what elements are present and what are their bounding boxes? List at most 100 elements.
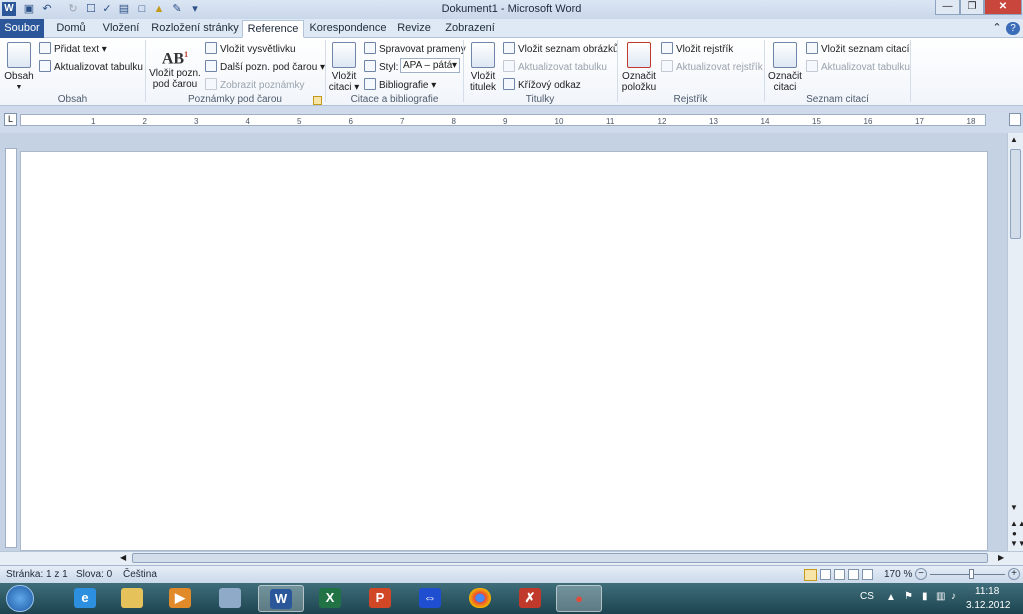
taskbar-app-red[interactable]: ✗ bbox=[508, 585, 554, 612]
taskbar-excel[interactable]: X bbox=[308, 585, 354, 612]
group-label-footnotes: Poznámky pod čarou bbox=[188, 94, 282, 105]
scroll-up-icon[interactable]: ▲ bbox=[1010, 135, 1018, 144]
insert-citation-button[interactable]: Vložit citaci ▾ bbox=[328, 42, 360, 93]
tab-selector-icon[interactable]: L bbox=[4, 113, 17, 126]
page-count[interactable]: Stránka: 1 z 1 bbox=[6, 569, 68, 580]
taskbar-powerpoint[interactable]: P bbox=[358, 585, 404, 612]
start-button[interactable] bbox=[6, 585, 34, 612]
clock-time[interactable]: 11:18 bbox=[975, 586, 999, 597]
clock-date[interactable]: 3.12.2012 bbox=[966, 600, 1011, 611]
language[interactable]: Čeština bbox=[123, 569, 157, 580]
restore-button[interactable]: ❐ bbox=[960, 0, 984, 15]
insert-table-of-authorities-button[interactable]: Vložit seznam citací bbox=[806, 42, 909, 55]
cross-reference-button[interactable]: Křížový odkaz bbox=[503, 78, 581, 91]
zoom-slider-thumb[interactable] bbox=[969, 569, 974, 579]
horizontal-scrollbar[interactable]: ◀ ▶ bbox=[0, 551, 1023, 565]
update-figures-button[interactable]: Aktualizovat tabulku bbox=[503, 60, 607, 73]
scroll-left-icon[interactable]: ◀ bbox=[120, 553, 126, 562]
next-page-icon[interactable]: ▼▼ bbox=[1010, 539, 1023, 548]
insert-endnote-button[interactable]: Vložit vysvětlivku bbox=[205, 42, 296, 55]
network-icon[interactable]: ▥ bbox=[936, 591, 945, 602]
show-hidden-icons-icon[interactable]: ▲ bbox=[886, 592, 896, 603]
battery-icon[interactable]: ▮ bbox=[922, 591, 928, 602]
tab-references[interactable]: Reference bbox=[242, 20, 304, 38]
tab-home[interactable]: Domů bbox=[50, 20, 92, 38]
mark-citation-icon bbox=[773, 42, 797, 68]
refresh-icon bbox=[39, 60, 51, 72]
tab-view[interactable]: Zobrazení bbox=[440, 20, 500, 38]
vertical-scrollbar[interactable]: ▲ ▼ ▲▲ ● ▼▼ bbox=[1007, 133, 1023, 551]
ruler-tick-label: 7 bbox=[400, 117, 405, 126]
tab-review[interactable]: Revize bbox=[393, 20, 435, 38]
calculator-icon bbox=[219, 588, 241, 608]
document-page[interactable] bbox=[20, 151, 988, 551]
insert-footnote-button[interactable]: AB1 Vložit pozn. pod čarou bbox=[149, 42, 201, 90]
tab-mailings[interactable]: Korespondence bbox=[307, 20, 389, 38]
zoom-slider[interactable] bbox=[930, 574, 1005, 575]
zoom-level[interactable]: 170 % bbox=[884, 569, 912, 580]
tab-file[interactable]: Soubor bbox=[0, 19, 44, 38]
ruler-tick-label: 4 bbox=[245, 117, 250, 126]
insert-table-of-figures-button[interactable]: Vložit seznam obrázků bbox=[503, 42, 619, 55]
full-screen-icon[interactable] bbox=[820, 569, 831, 580]
minimize-button[interactable]: — bbox=[935, 0, 960, 15]
citation-style-select[interactable]: APA – pátá ▾ bbox=[400, 58, 460, 73]
taskbar-media-player[interactable]: ▶ bbox=[158, 585, 204, 612]
group-divider bbox=[910, 40, 911, 102]
ruler-tick-label: 12 bbox=[657, 117, 667, 126]
web-layout-icon[interactable] bbox=[834, 569, 845, 580]
scroll-thumb[interactable] bbox=[1010, 149, 1021, 239]
zoom-in-icon[interactable]: + bbox=[1008, 568, 1020, 580]
zoom-out-icon[interactable]: − bbox=[915, 568, 927, 580]
taskbar-app-molecule[interactable]: ● bbox=[556, 585, 602, 612]
next-footnote-button[interactable]: Další pozn. pod čarou ▾ bbox=[205, 60, 325, 73]
group-divider bbox=[764, 40, 765, 102]
mark-citation-button[interactable]: Označit citaci bbox=[767, 42, 803, 93]
taskbar-calculator[interactable] bbox=[208, 585, 254, 612]
folder-icon bbox=[121, 588, 143, 608]
show-notes-icon bbox=[205, 78, 217, 90]
manage-sources-button[interactable]: Spravovat prameny bbox=[364, 42, 466, 55]
insert-caption-button[interactable]: Vložit titulek bbox=[467, 42, 499, 93]
add-text-button[interactable]: Přidat text ▾ bbox=[39, 42, 107, 55]
taskbar-word[interactable]: W bbox=[258, 585, 304, 612]
input-language[interactable]: CS bbox=[860, 591, 874, 602]
show-notes-button[interactable]: Zobrazit poznámky bbox=[205, 78, 304, 91]
ruler-tick-label: 3 bbox=[194, 117, 199, 126]
dialog-launcher-icon[interactable] bbox=[313, 96, 322, 105]
minimize-ribbon-icon[interactable]: ⌃ bbox=[990, 20, 1004, 38]
outline-icon[interactable] bbox=[848, 569, 859, 580]
print-layout-icon[interactable] bbox=[804, 569, 817, 581]
taskbar-explorer[interactable] bbox=[110, 585, 156, 612]
ruler-strip: 1 2 3 4 5 6 7 8 9 10 11 12 13 14 15 16 17 18 bbox=[20, 114, 986, 126]
tab-page-layout[interactable]: Rozložení stránky bbox=[150, 20, 240, 38]
update-index-button[interactable]: Aktualizovat rejstřík bbox=[661, 60, 763, 73]
taskbar-internet-explorer[interactable]: e bbox=[63, 585, 109, 612]
flag-icon[interactable]: ⚑ bbox=[904, 591, 913, 602]
update-authorities-button[interactable]: Aktualizovat tabulku bbox=[806, 60, 910, 73]
previous-page-icon[interactable]: ▲▲ bbox=[1010, 519, 1023, 528]
vertical-ruler[interactable] bbox=[5, 148, 17, 548]
ruler-toggle-icon[interactable] bbox=[1009, 113, 1021, 126]
close-button[interactable]: ✕ bbox=[984, 0, 1022, 15]
molecule-icon: ● bbox=[575, 591, 583, 606]
bibliography-button[interactable]: Bibliografie ▾ bbox=[364, 78, 436, 91]
draft-icon[interactable] bbox=[862, 569, 873, 580]
scroll-right-icon[interactable]: ▶ bbox=[998, 553, 1004, 562]
refresh-icon bbox=[503, 60, 515, 72]
taskbar-teamviewer[interactable]: ⇔ bbox=[408, 585, 454, 612]
word-count[interactable]: Slova: 0 bbox=[76, 569, 112, 580]
table-of-contents-button[interactable]: Obsah ▼ bbox=[3, 42, 35, 93]
browse-object-icon[interactable]: ● bbox=[1012, 529, 1017, 538]
mark-entry-icon bbox=[627, 42, 651, 68]
mark-entry-button[interactable]: Označit položku bbox=[620, 42, 658, 93]
tab-insert[interactable]: Vložení bbox=[97, 20, 145, 38]
volume-icon[interactable]: ♪ bbox=[951, 591, 956, 602]
insert-index-button[interactable]: Vložit rejstřík bbox=[661, 42, 733, 55]
help-icon[interactable]: ? bbox=[1006, 22, 1020, 35]
update-toc-button[interactable]: Aktualizovat tabulku bbox=[39, 60, 143, 73]
taskbar-chrome[interactable] bbox=[458, 585, 504, 612]
scroll-down-icon[interactable]: ▼ bbox=[1010, 503, 1018, 512]
horizontal-ruler[interactable]: L 1 2 3 4 5 6 7 8 9 10 11 12 13 14 15 16 17 18 bbox=[0, 106, 1023, 133]
horizontal-scroll-thumb[interactable] bbox=[132, 553, 988, 563]
